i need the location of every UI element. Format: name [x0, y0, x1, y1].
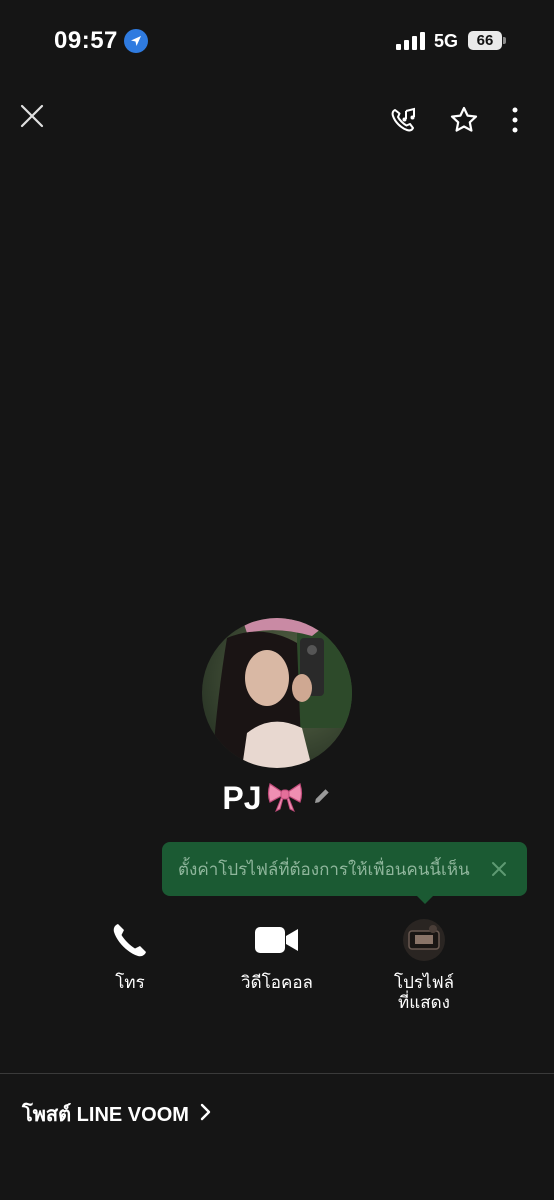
line-voom-link[interactable]: โพสต์ LINE VOOM	[22, 1098, 213, 1130]
bow-emoji-icon	[266, 780, 304, 817]
divider	[0, 1073, 554, 1074]
pencil-icon	[314, 789, 329, 803]
close-icon	[492, 862, 506, 876]
close-icon	[20, 104, 44, 128]
close-button[interactable]	[14, 98, 50, 134]
tooltip-close-button[interactable]	[487, 857, 511, 881]
location-arrow-icon	[124, 29, 148, 53]
shown-profile-label-line2: ที่แสดง	[398, 993, 450, 1012]
battery-icon: 66	[468, 31, 502, 50]
profile-avatar[interactable]	[202, 618, 352, 768]
more-options-button[interactable]	[500, 102, 530, 138]
line-voom-label: โพสต์ LINE VOOM	[22, 1104, 189, 1126]
phone-icon	[113, 924, 146, 957]
video-icon	[255, 927, 298, 953]
shown-profile-avatar	[403, 919, 445, 961]
chevron-right-icon	[199, 1102, 213, 1127]
video-call-label: วิดีโอคอล	[241, 973, 313, 992]
phone-music-icon	[391, 107, 415, 132]
profile-tooltip: ตั้งค่าโปรไฟล์ที่ต้องการให้เพื่อนคนนี้เห…	[162, 842, 527, 896]
favorite-button[interactable]	[446, 102, 482, 138]
more-vertical-icon	[512, 107, 518, 133]
shown-profile-button[interactable]: โปรไฟล์ ที่แสดง	[364, 917, 484, 1013]
network-type: 5G	[434, 31, 459, 51]
shown-profile-label-line1: โปรไฟล์	[393, 973, 455, 992]
tooltip-text: ตั้งค่าโปรไฟล์ที่ต้องการให้เพื่อนคนนี้เห…	[178, 859, 470, 879]
profile-name: PJ	[222, 780, 262, 816]
shown-profile-label: โปรไฟล์ ที่แสดง	[364, 973, 484, 1013]
battery-tip	[503, 37, 506, 44]
star-icon	[450, 106, 478, 132]
video-call-button[interactable]: วิดีโอคอล	[217, 917, 337, 993]
voice-call-label: โทร	[115, 973, 145, 992]
profile-name-row: PJ	[0, 780, 554, 817]
signal-icon	[396, 32, 426, 50]
voice-call-button[interactable]: โทร	[70, 917, 190, 993]
edit-name-button[interactable]	[312, 786, 332, 811]
tooltip-arrow	[416, 895, 434, 904]
status-time: 09:57	[54, 27, 118, 54]
call-ringtone-button[interactable]	[386, 102, 422, 138]
